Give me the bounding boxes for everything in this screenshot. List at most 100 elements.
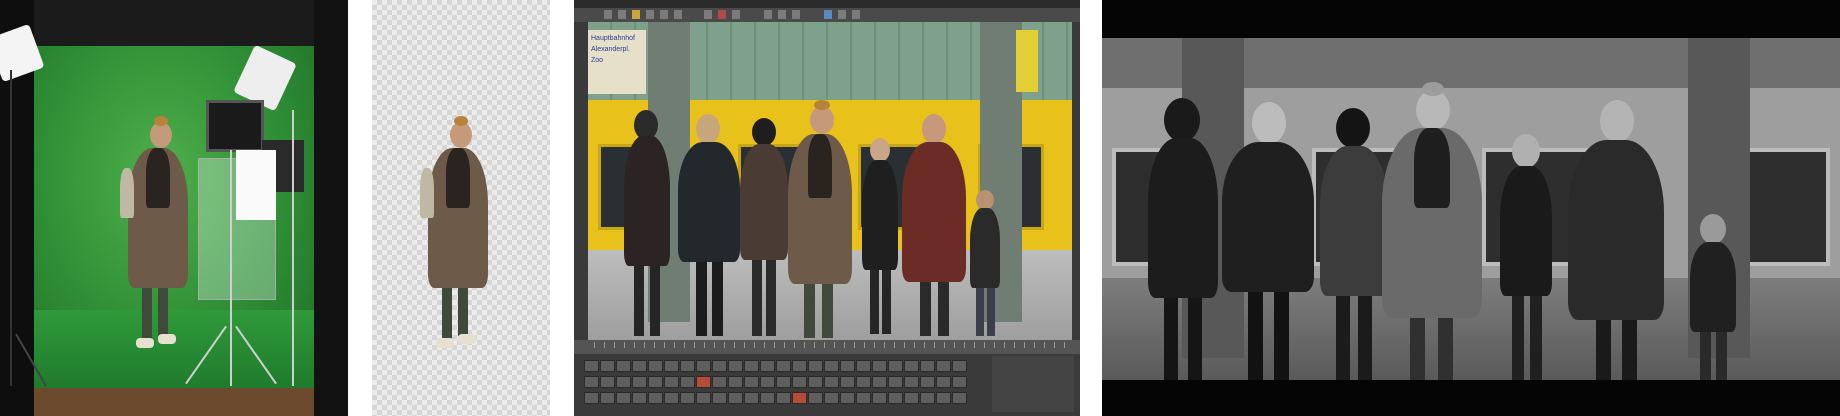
- toolbar-button[interactable]: [824, 10, 832, 19]
- keyframe-cell[interactable]: [776, 376, 791, 388]
- keyframe-cell[interactable]: [936, 392, 951, 404]
- keyframe-cell[interactable]: [872, 360, 887, 372]
- keyframe-cell[interactable]: [648, 360, 663, 372]
- menu-bar[interactable]: [574, 0, 1080, 8]
- keyframe-cell[interactable]: [776, 392, 791, 404]
- keyframe-cell[interactable]: [856, 392, 871, 404]
- person-blonde: [674, 114, 744, 340]
- keyframe-cell[interactable]: [632, 376, 647, 388]
- timeline-tick: [644, 342, 645, 348]
- keyframe-cell[interactable]: [648, 392, 663, 404]
- keyframe-cell[interactable]: [776, 360, 791, 372]
- keyframe-cell[interactable]: [920, 360, 935, 372]
- keyframe-cell[interactable]: [872, 392, 887, 404]
- keyframe-cell[interactable]: [616, 376, 631, 388]
- keyframe-cell[interactable]: [664, 376, 679, 388]
- keyframe-cell[interactable]: [680, 360, 695, 372]
- keyframe-cell[interactable]: [664, 392, 679, 404]
- keyframe-cell[interactable]: [680, 392, 695, 404]
- keyframe-cell[interactable]: [824, 392, 839, 404]
- keyframe-cell[interactable]: [952, 376, 967, 388]
- keyframe-cell[interactable]: [792, 376, 807, 388]
- keyframe-cell[interactable]: [904, 376, 919, 388]
- keyframe-cell[interactable]: [600, 376, 615, 388]
- keyframe-cell[interactable]: [840, 360, 855, 372]
- keyframe-cell[interactable]: [792, 360, 807, 372]
- keyframe-cell[interactable]: [696, 392, 711, 404]
- toolbar-button[interactable]: [838, 10, 846, 19]
- keyframe-cell[interactable]: [808, 392, 823, 404]
- timeline-tick: [854, 342, 855, 348]
- keyframe-cell[interactable]: [840, 376, 855, 388]
- keyframe-cell[interactable]: [712, 376, 727, 388]
- timeline-tick: [834, 342, 835, 348]
- keyframe-cell[interactable]: [728, 392, 743, 404]
- keyframe-cell[interactable]: [744, 360, 759, 372]
- toolbar-button[interactable]: [674, 10, 682, 19]
- toolbar-button[interactable]: [660, 10, 668, 19]
- keyframe-cell[interactable]: [760, 392, 775, 404]
- toolbar-button[interactable]: [732, 10, 740, 19]
- toolbar-button[interactable]: [632, 10, 640, 19]
- timeline-tick: [614, 342, 615, 348]
- keyframe-cell[interactable]: [696, 376, 711, 388]
- toolbar-button[interactable]: [646, 10, 654, 19]
- keyframe-cell[interactable]: [584, 392, 599, 404]
- keyframe-cell[interactable]: [936, 360, 951, 372]
- keyframe-cell[interactable]: [648, 376, 663, 388]
- keyframe-cell[interactable]: [920, 376, 935, 388]
- toolbar-button[interactable]: [604, 10, 612, 19]
- keyframe-cell[interactable]: [744, 392, 759, 404]
- toolbar-button[interactable]: [704, 10, 712, 19]
- keyframe-cell[interactable]: [888, 360, 903, 372]
- keyframe-cell[interactable]: [856, 376, 871, 388]
- keyframe-cell[interactable]: [808, 376, 823, 388]
- keyframe-cell[interactable]: [920, 392, 935, 404]
- keyframe-cell[interactable]: [696, 360, 711, 372]
- toolbar-button[interactable]: [852, 10, 860, 19]
- keyframe-cell[interactable]: [888, 376, 903, 388]
- toolbar-button[interactable]: [618, 10, 626, 19]
- keyframe-cell[interactable]: [712, 392, 727, 404]
- toolbar-button[interactable]: [778, 10, 786, 19]
- keyframe-cell[interactable]: [840, 392, 855, 404]
- keyframe-cell[interactable]: [680, 376, 695, 388]
- keyframe-cell[interactable]: [760, 360, 775, 372]
- keyframe-cell[interactable]: [904, 360, 919, 372]
- keyframe-cell[interactable]: [664, 360, 679, 372]
- properties-panel[interactable]: [992, 356, 1074, 412]
- keyframe-cell[interactable]: [824, 360, 839, 372]
- keyframe-cell[interactable]: [904, 392, 919, 404]
- keyframe-cell[interactable]: [632, 360, 647, 372]
- keyframe-cell[interactable]: [616, 392, 631, 404]
- keyframe-cell[interactable]: [760, 376, 775, 388]
- timeline-tick: [904, 342, 905, 348]
- keyframe-cell[interactable]: [952, 392, 967, 404]
- keyframe-cell[interactable]: [952, 360, 967, 372]
- keyframe-cell[interactable]: [584, 376, 599, 388]
- keyframe-cell[interactable]: [712, 360, 727, 372]
- keyframe-cell[interactable]: [744, 376, 759, 388]
- keyframe-cell[interactable]: [616, 360, 631, 372]
- keyframe-grid[interactable]: [584, 360, 984, 410]
- keyframe-cell[interactable]: [584, 360, 599, 372]
- keyframe-cell[interactable]: [856, 360, 871, 372]
- timeline-tick: [1024, 342, 1025, 348]
- keyframe-cell[interactable]: [728, 376, 743, 388]
- keyframe-cell[interactable]: [728, 360, 743, 372]
- toolbar-button[interactable]: [764, 10, 772, 19]
- keyframe-cell[interactable]: [632, 392, 647, 404]
- composite-viewport[interactable]: Hauptbahnhof Alexanderpl. Zoo: [588, 22, 1072, 340]
- keyframe-cell[interactable]: [792, 392, 807, 404]
- keyframe-cell[interactable]: [600, 392, 615, 404]
- keyframe-cell[interactable]: [824, 376, 839, 388]
- keyframe-cell[interactable]: [936, 376, 951, 388]
- compositing-software-window: Hauptbahnhof Alexanderpl. Zoo: [574, 0, 1080, 416]
- toolbar-button[interactable]: [792, 10, 800, 19]
- keyframe-cell[interactable]: [600, 360, 615, 372]
- route-sign-line: Zoo: [591, 57, 604, 64]
- keyframe-cell[interactable]: [888, 392, 903, 404]
- keyframe-cell[interactable]: [808, 360, 823, 372]
- keyframe-cell[interactable]: [872, 376, 887, 388]
- toolbar-button[interactable]: [718, 10, 726, 19]
